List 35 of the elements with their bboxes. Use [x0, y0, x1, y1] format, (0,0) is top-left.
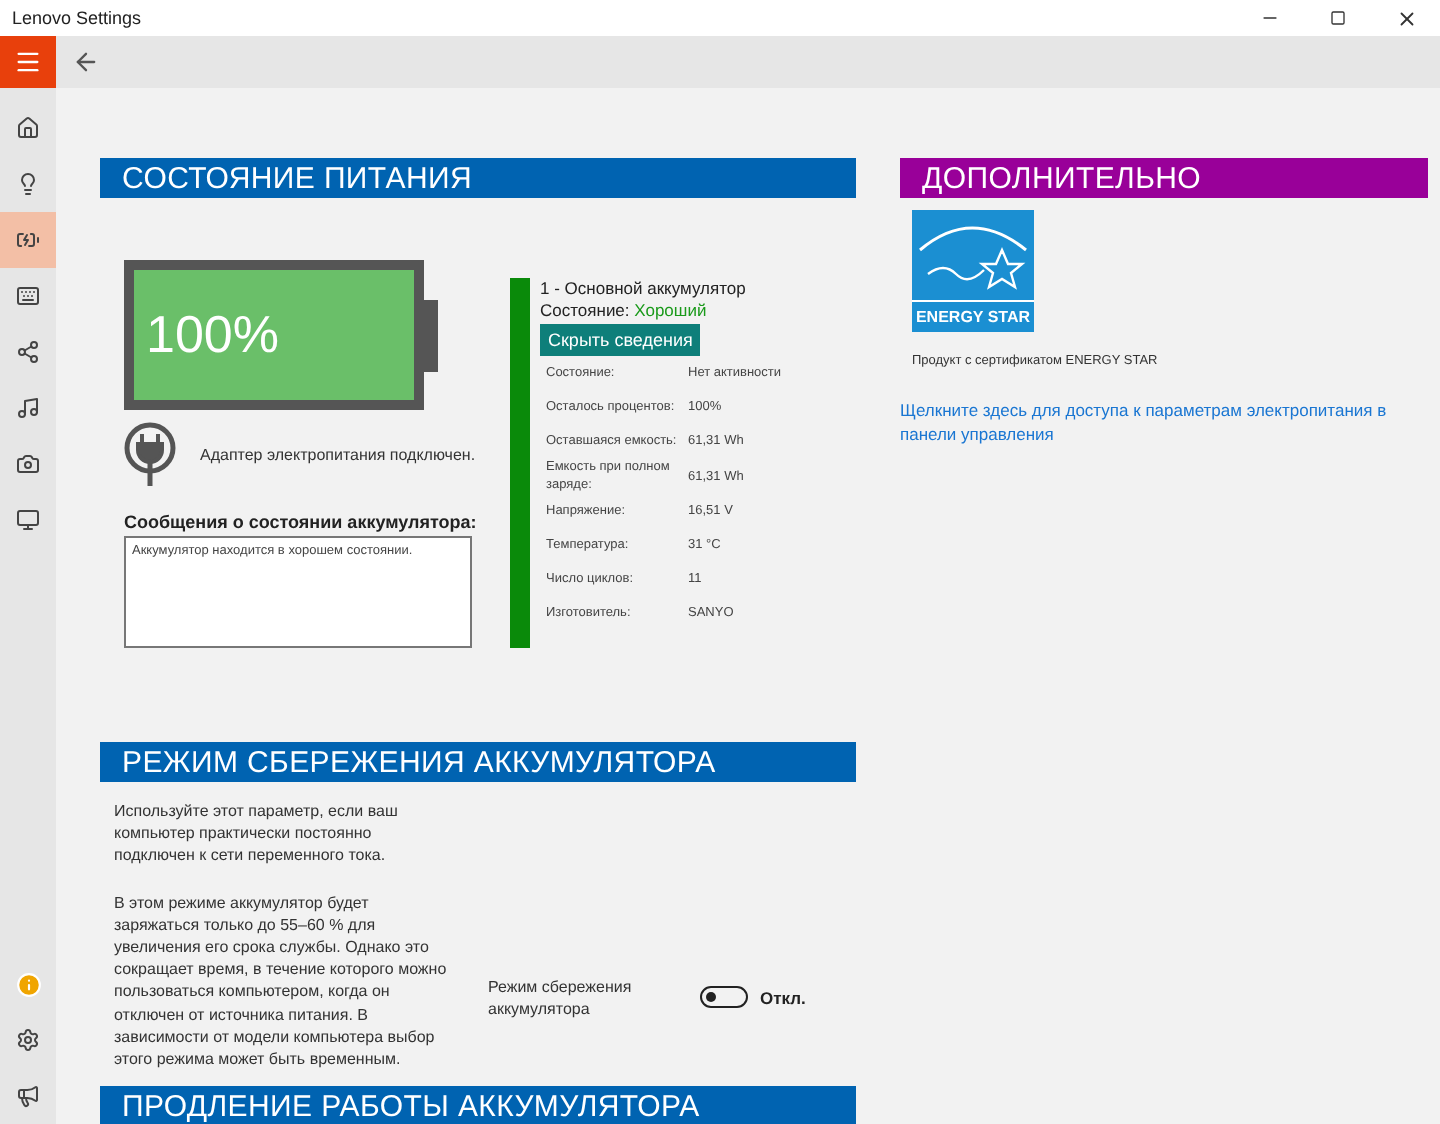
section-header: ПРОДЛЕНИЕ РАБОТЫ АККУМУЛЯТОРА: [100, 1086, 856, 1124]
section-header: РЕЖИМ СБЕРЕЖЕНИЯ АККУМУЛЯТОРА: [100, 742, 856, 782]
toggle-switch[interactable]: [700, 986, 748, 1009]
monitor-icon: [16, 508, 40, 532]
section-header: СОСТОЯНИЕ ПИТАНИЯ: [100, 158, 856, 198]
sidebar-item[interactable]: [0, 212, 56, 268]
plug-icon: [124, 422, 176, 486]
menu-icon: [14, 48, 42, 76]
info-icon: [15, 971, 41, 997]
lightbulb-icon: [16, 172, 40, 196]
description-text: В этом режиме аккумулятор будет заряжаться только до 55–60 % для увеличения его срока службы. Однако это сокращает время, в течение которого можно пользоваться компьютером, когда он отключен от источника питания. В зависимости от модели компьютера выбор этого режима может быть временным.: [114, 891, 449, 1071]
hide-details-button[interactable]: Скрыть сведения: [540, 324, 701, 356]
settings-icon: [16, 1028, 40, 1052]
music-icon: [16, 396, 40, 420]
battery-percent: 100%: [144, 304, 279, 366]
close-icon: [1395, 7, 1417, 29]
keyboard-icon: [16, 284, 40, 308]
menu-button[interactable]: [0, 36, 56, 88]
maximize-icon: [1330, 10, 1346, 26]
megaphone-icon: [16, 1084, 40, 1108]
window-title: Lenovo Settings: [12, 8, 144, 28]
section-header: ДОПОЛНИТЕЛЬНО: [900, 158, 1428, 198]
battery-icon: [16, 228, 40, 252]
energy-star-logo: ENERGY STAR: [912, 210, 1034, 332]
adapter-status: Адаптер электропитания подключен.: [200, 445, 476, 463]
power-options-link[interactable]: Щелкните здесь для доступа к параметрам электропитания в панели управления: [900, 398, 1428, 446]
camera-icon: [16, 452, 40, 476]
home-icon: [16, 116, 40, 140]
toggle-state: Откл.: [760, 987, 806, 1008]
toggle-label: Режим сбережения аккумулятора: [488, 975, 634, 1020]
description-text: Используйте этот параметр, если ваш компьютер практически постоянно подключен к сети переменного тока.: [114, 800, 400, 868]
battery-condition: Состояние: Хороший: [540, 300, 709, 322]
share-icon: [16, 340, 40, 364]
battery-name: 1 - Основной аккумулятор: [540, 278, 748, 300]
messages-label: Сообщения о состоянии аккумулятора:: [124, 512, 479, 532]
